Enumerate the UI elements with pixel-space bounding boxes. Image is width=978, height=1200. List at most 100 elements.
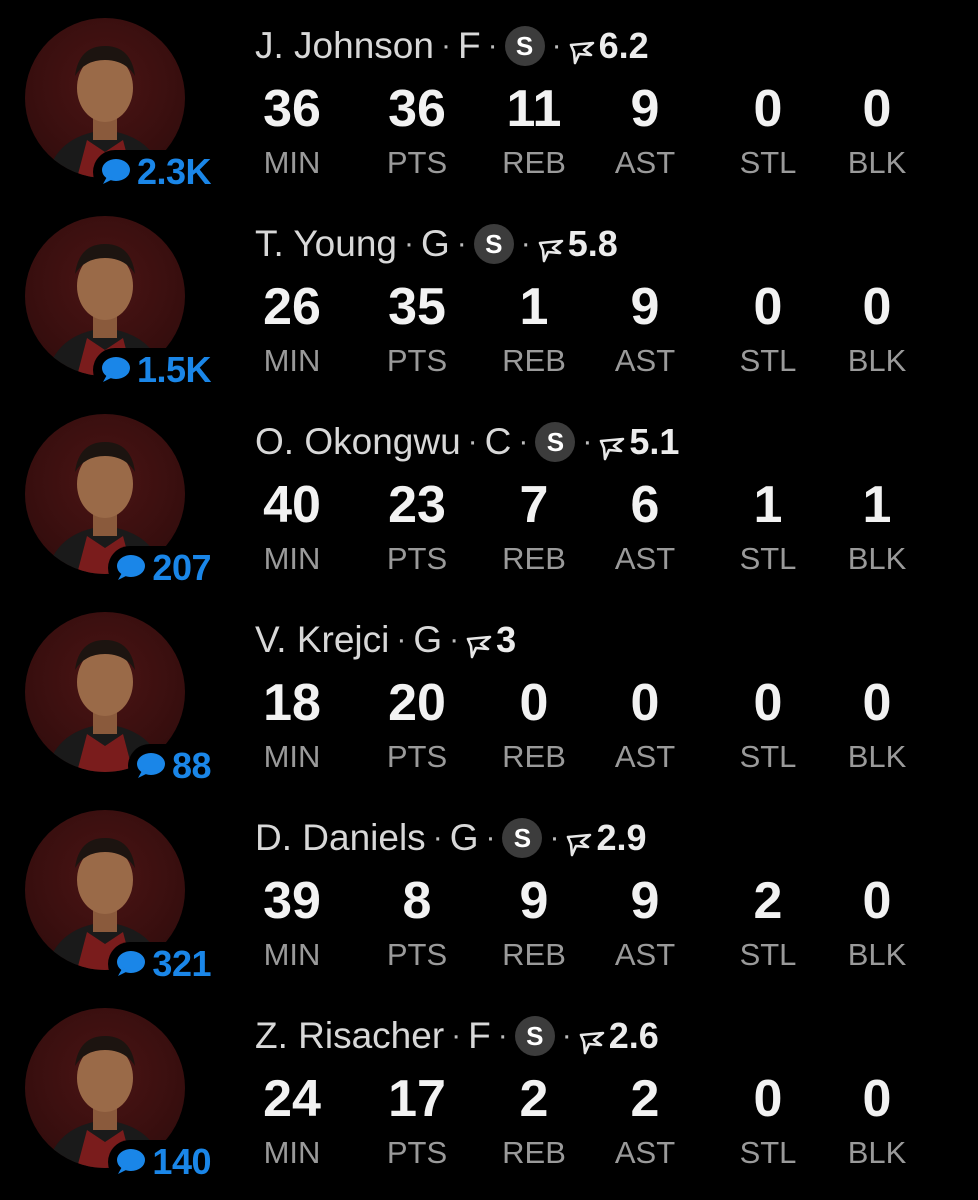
stat-value: 0: [862, 80, 892, 138]
stat-label: BLK: [847, 541, 907, 576]
stat-value: 0: [753, 674, 783, 732]
stat-blk: 0 BLK: [822, 78, 932, 184]
starter-badge: S: [504, 26, 545, 66]
separator-dot: ·: [449, 623, 460, 656]
stat-value: 0: [862, 1070, 892, 1128]
player-row[interactable]: 88 V. Krejci · G · 3 18 MIN 20 PTS 0 REB 0 AST 0 STL 0 BL…: [0, 594, 978, 792]
stat-reb: 11 REB: [479, 78, 589, 184]
stat-label: PTS: [386, 739, 448, 774]
stat-blk: 0 BLK: [822, 870, 932, 976]
stat-label: PTS: [386, 1135, 448, 1170]
comment-count: 2.3K: [136, 151, 212, 192]
starter-badge: S: [473, 224, 514, 264]
avatar-container[interactable]: 140: [25, 1008, 215, 1184]
player-name[interactable]: J. Johnson: [255, 25, 434, 67]
stat-value: 2: [519, 1070, 549, 1128]
avatar-container[interactable]: 321: [25, 810, 215, 986]
stat-label: AST: [614, 937, 676, 972]
stat-label: STL: [739, 343, 797, 378]
comment-count-badge[interactable]: 140: [108, 1140, 215, 1184]
avatar-container[interactable]: 88: [25, 612, 215, 788]
separator-dot: ·: [403, 227, 414, 260]
separator-dot: ·: [396, 623, 407, 656]
stat-label: MIN: [263, 739, 321, 774]
player-name[interactable]: O. Okongwu: [255, 421, 461, 463]
comment-count-badge[interactable]: 1.5K: [92, 348, 215, 392]
stat-value: 36: [263, 80, 321, 138]
stat-blk: 0 BLK: [822, 276, 932, 382]
stat-value: 24: [263, 1070, 321, 1128]
player-row[interactable]: 207 O. Okongwu · C · S · 5.1 40 MIN 23 PTS 7 REB 6 AST 1…: [0, 396, 978, 594]
rating-flag-icon: [569, 33, 595, 65]
stat-stl: 0 STL: [713, 672, 823, 778]
stat-value: 17: [388, 1070, 446, 1128]
stat-reb: 2 REB: [479, 1068, 589, 1174]
stat-label: REB: [502, 343, 566, 378]
comment-count-badge[interactable]: 2.3K: [92, 150, 215, 194]
stat-label: BLK: [847, 343, 907, 378]
stat-value: 2: [630, 1070, 660, 1128]
stat-ast: 9 AST: [590, 870, 700, 976]
player-position: G: [420, 223, 450, 264]
comment-count-badge[interactable]: 321: [108, 942, 215, 986]
separator-dot: ·: [467, 425, 478, 458]
player-row[interactable]: 140 Z. Risacher · F · S · 2.6 24 MIN 17 PTS 2 REB 2 AST…: [0, 990, 978, 1188]
avatar-container[interactable]: 2.3K: [25, 18, 215, 194]
stat-pts: 17 PTS: [362, 1068, 472, 1174]
stat-value: 26: [263, 278, 321, 336]
stat-value: 18: [263, 674, 321, 732]
separator-dot: ·: [456, 227, 467, 260]
player-position: G: [413, 619, 443, 660]
separator-dot: ·: [549, 821, 560, 854]
stat-label: MIN: [263, 145, 321, 180]
stat-label: REB: [502, 541, 566, 576]
stat-label: REB: [502, 1135, 566, 1170]
player-name[interactable]: Z. Risacher: [255, 1015, 444, 1057]
stat-min: 24 MIN: [237, 1068, 347, 1174]
player-name[interactable]: V. Krejci: [255, 619, 389, 661]
avatar-container[interactable]: 207: [25, 414, 215, 590]
stat-pts: 36 PTS: [362, 78, 472, 184]
stat-min: 26 MIN: [237, 276, 347, 382]
starter-badge: S: [514, 1016, 555, 1056]
stat-stl: 0 STL: [713, 276, 823, 382]
stat-label: PTS: [386, 145, 448, 180]
separator-dot: ·: [561, 1019, 572, 1052]
stat-ast: 9 AST: [590, 276, 700, 382]
stat-label: STL: [739, 1135, 797, 1170]
starter-badge: S: [535, 422, 576, 462]
avatar-container[interactable]: 1.5K: [25, 216, 215, 392]
stat-ast: 2 AST: [590, 1068, 700, 1174]
player-row[interactable]: 2.3K J. Johnson · F · S · 6.2 36 MIN 36 PTS 11 REB 9 AS…: [0, 0, 978, 198]
stat-value: 0: [753, 80, 783, 138]
stat-reb: 1 REB: [479, 276, 589, 382]
stat-value: 0: [630, 674, 660, 732]
speech-bubble-icon: [114, 1148, 146, 1176]
player-rating: 6.2: [598, 25, 649, 66]
player-rating: 3: [496, 619, 517, 660]
stat-value: 36: [388, 80, 446, 138]
comment-count-badge[interactable]: 88: [127, 744, 215, 788]
stat-pts: 35 PTS: [362, 276, 472, 382]
stat-label: MIN: [263, 343, 321, 378]
player-row[interactable]: 321 D. Daniels · G · S · 2.9 39 MIN 8 PTS 9 REB 9 AST 2 S…: [0, 792, 978, 990]
stat-label: BLK: [847, 1135, 907, 1170]
stat-value: 0: [753, 1070, 783, 1128]
stat-min: 40 MIN: [237, 474, 347, 580]
player-name[interactable]: T. Young: [255, 223, 397, 265]
comment-count-badge[interactable]: 207: [108, 546, 215, 590]
separator-dot: ·: [487, 29, 498, 62]
stat-label: MIN: [263, 541, 321, 576]
stat-value: 35: [388, 278, 446, 336]
comment-count: 88: [171, 745, 212, 786]
stat-value: 11: [506, 80, 562, 138]
stat-reb: 0 REB: [479, 672, 589, 778]
player-row[interactable]: 1.5K T. Young · G · S · 5.8 26 MIN 35 PTS 1 REB 9 AST 0 S…: [0, 198, 978, 396]
separator-dot: ·: [440, 29, 451, 62]
player-header: O. Okongwu · C · S · 5.1: [255, 418, 679, 466]
stat-stl: 1 STL: [713, 474, 823, 580]
stat-value: 0: [862, 872, 892, 930]
stat-label: BLK: [847, 937, 907, 972]
player-name[interactable]: D. Daniels: [255, 817, 426, 859]
rating-flag-icon: [538, 231, 564, 263]
